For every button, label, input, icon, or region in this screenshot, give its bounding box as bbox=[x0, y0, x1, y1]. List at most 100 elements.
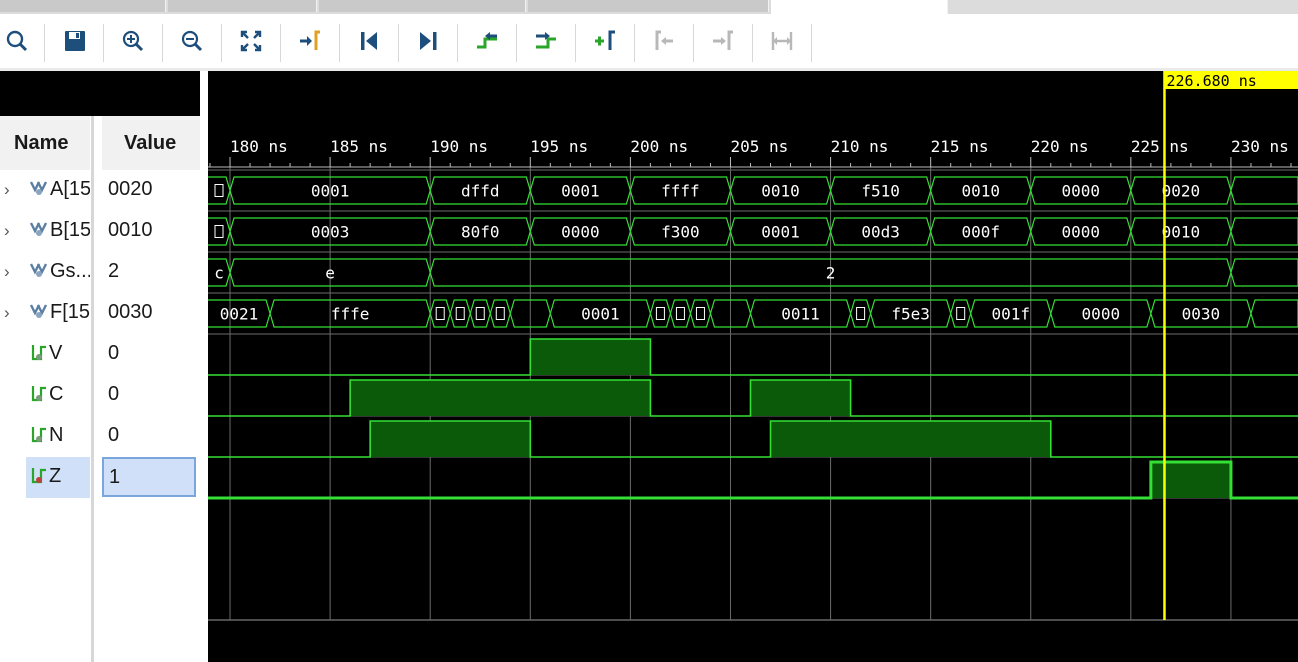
go-to-cursor-button[interactable] bbox=[295, 26, 325, 56]
go-to-last-time-button[interactable] bbox=[413, 26, 443, 56]
tab[interactable] bbox=[319, 0, 526, 12]
previous-marker-button[interactable] bbox=[649, 26, 679, 56]
skip-end-icon bbox=[420, 32, 437, 50]
bit-high-fill bbox=[530, 339, 651, 375]
expand-chevron-icon[interactable]: › bbox=[4, 303, 10, 323]
bus-value-label: 0001 bbox=[561, 182, 600, 201]
signal-row-z[interactable]: Z bbox=[26, 457, 90, 498]
prev-transition-icon bbox=[477, 32, 497, 49]
bus-value-label: 0000 bbox=[561, 223, 600, 242]
bit-high-fill bbox=[770, 421, 1051, 457]
signal-value-cell[interactable]: 0 bbox=[102, 416, 200, 457]
panel-splitter[interactable] bbox=[200, 71, 208, 662]
bus-segment bbox=[649, 299, 672, 328]
bus-segment bbox=[1230, 176, 1298, 205]
waveform-canvas[interactable]: 180 ns 185 ns 190 ns 195 ns 200 ns 205 ns 210 … bbox=[208, 71, 1298, 662]
waveform-svg[interactable]: 180 ns 185 ns 190 ns 195 ns 200 ns 205 ns 210 … bbox=[208, 71, 1298, 662]
time-tick-label: 210 ns bbox=[831, 137, 889, 156]
signal-value: 0 bbox=[108, 342, 120, 364]
swap-cursors-button[interactable] bbox=[767, 26, 797, 56]
go-to-time-zero-button[interactable] bbox=[354, 26, 384, 56]
bus-segment bbox=[669, 299, 692, 328]
signal-value: 0 bbox=[108, 424, 120, 446]
tab[interactable] bbox=[528, 0, 769, 12]
truncated-value-box bbox=[435, 307, 445, 320]
signal-value-cell-selected[interactable]: 1 bbox=[102, 457, 196, 497]
bus-value-label: ffff bbox=[661, 182, 700, 201]
bit-trace bbox=[208, 460, 1298, 500]
time-tick-label: 215 ns bbox=[931, 137, 989, 156]
tab[interactable] bbox=[168, 0, 317, 12]
bus-segment bbox=[1230, 258, 1298, 287]
truncated-value-box bbox=[455, 307, 465, 320]
signal-value: 0010 bbox=[108, 219, 153, 241]
tab[interactable] bbox=[0, 0, 166, 12]
zoom-in-button[interactable] bbox=[118, 26, 148, 56]
floppy-icon bbox=[65, 31, 85, 51]
signal-name: F[15: bbox=[50, 301, 90, 323]
next-marker-button[interactable] bbox=[708, 26, 738, 56]
bus-segment bbox=[449, 299, 471, 328]
bus-segment bbox=[1230, 217, 1298, 246]
zoom-out-button[interactable] bbox=[177, 26, 207, 56]
truncated-value-box bbox=[956, 307, 966, 320]
bus-value-label: f5e3 bbox=[891, 305, 930, 324]
signal-value-cell[interactable]: 0030 bbox=[102, 293, 200, 334]
value-column-header[interactable]: Value bbox=[124, 132, 176, 155]
time-tick-label: 205 ns bbox=[730, 137, 788, 156]
bus-value-label: e bbox=[325, 264, 335, 283]
bit-high-fill bbox=[350, 380, 651, 416]
signal-value: 1 bbox=[109, 466, 121, 488]
bus-value-label: 001f bbox=[991, 305, 1030, 324]
signal-row-n[interactable]: N bbox=[0, 416, 90, 457]
signal-row-gs[interactable]: › Gs...0 bbox=[0, 252, 90, 293]
signal-value: 0 bbox=[108, 383, 120, 405]
truncated-value-box bbox=[675, 307, 685, 320]
signal-value-cell[interactable]: 2 bbox=[102, 252, 200, 293]
signal-value: 0020 bbox=[108, 178, 153, 200]
bus-value-label: 0000 bbox=[1062, 223, 1101, 242]
bus-value-label: 0030 bbox=[1182, 305, 1221, 324]
bus-value-label: 0000 bbox=[1062, 182, 1101, 201]
name-column-header[interactable]: Name bbox=[14, 132, 68, 155]
tab-strip bbox=[0, 0, 1298, 14]
swap-cursors-icon bbox=[771, 32, 793, 50]
bus-value-label: 0000 bbox=[1082, 305, 1121, 324]
signal-value-cell[interactable]: 0 bbox=[102, 334, 200, 375]
signal-value-cell[interactable]: 0010 bbox=[102, 211, 200, 252]
zoom-fit-button[interactable] bbox=[236, 26, 266, 56]
signal-row-f[interactable]: › F[15: bbox=[0, 293, 90, 334]
bus-segment bbox=[489, 299, 511, 328]
expand-chevron-icon[interactable]: › bbox=[4, 221, 10, 241]
signal-row-a[interactable]: › A[15 bbox=[0, 170, 90, 211]
bus-value-label: 00d3 bbox=[861, 223, 900, 242]
time-tick-label: 230 ns bbox=[1231, 137, 1289, 156]
bus-value-label: 80f0 bbox=[461, 223, 500, 242]
signal-row-b[interactable]: › B[15 bbox=[0, 211, 90, 252]
save-button[interactable] bbox=[60, 26, 90, 56]
signal-value-cell[interactable]: 0 bbox=[102, 375, 200, 416]
zoom-search-button[interactable] bbox=[2, 26, 32, 56]
expand-chevron-icon[interactable]: › bbox=[4, 180, 10, 200]
magnifier-icon bbox=[6, 30, 28, 52]
add-marker-button[interactable] bbox=[590, 26, 620, 56]
bit-high-fill bbox=[1150, 462, 1231, 498]
expand-chevron-icon[interactable]: › bbox=[4, 262, 10, 282]
bus-segment bbox=[208, 217, 231, 246]
previous-transition-button[interactable] bbox=[472, 26, 502, 56]
signal-row-c[interactable]: C bbox=[0, 375, 90, 416]
signal-value-cell[interactable]: 0020 bbox=[102, 170, 200, 211]
signal-name: C bbox=[49, 383, 64, 405]
bus-segment bbox=[208, 176, 231, 205]
signal-name: A[15 bbox=[50, 178, 90, 200]
waveform-toolbar bbox=[0, 14, 1298, 68]
signal-name: Z bbox=[49, 465, 62, 487]
bus-value-label: 0001 bbox=[761, 223, 800, 242]
time-tick-label: 190 ns bbox=[430, 137, 488, 156]
bit-signal-icon bbox=[31, 386, 46, 402]
tab-active[interactable] bbox=[771, 0, 948, 14]
time-tick-label: 195 ns bbox=[530, 137, 588, 156]
bus-value-label: 000f bbox=[961, 223, 1000, 242]
signal-row-v[interactable]: V bbox=[0, 334, 90, 375]
next-transition-button[interactable] bbox=[531, 26, 561, 56]
